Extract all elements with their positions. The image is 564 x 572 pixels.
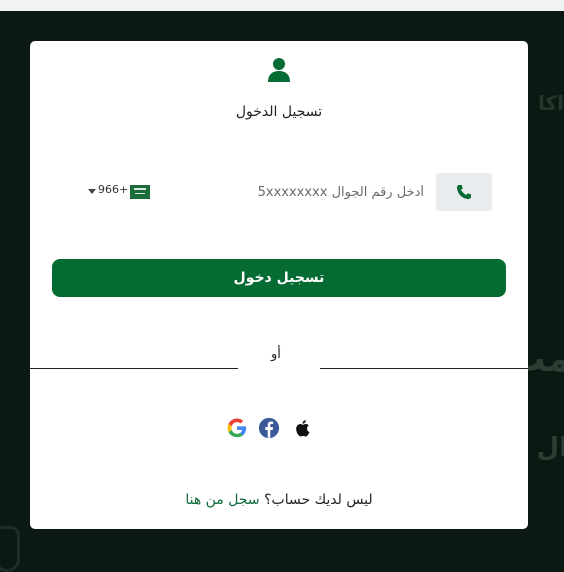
login-button[interactable]: تسجيل دخول — [52, 259, 506, 297]
background-subheading: ال — [536, 433, 564, 463]
background-text: اكا — [538, 91, 564, 115]
facebook-icon[interactable] — [258, 416, 280, 440]
chevron-down-icon[interactable] — [88, 189, 96, 194]
divider-left — [30, 368, 238, 369]
phone-input[interactable] — [160, 173, 424, 211]
google-icon[interactable] — [226, 416, 248, 440]
login-modal: تسجيل الدخول 966+ تسجيل دخول أو ليس لديك… — [30, 41, 528, 529]
phone-icon-box — [436, 173, 492, 211]
divider-right — [320, 368, 528, 369]
background-decoration — [0, 526, 20, 572]
signup-prompt-text: ليس لديك حساب؟ — [264, 492, 373, 508]
phone-icon — [457, 185, 471, 199]
signup-prompt: ليس لديك حساب؟ سجل من هنا — [30, 492, 528, 508]
saudi-flag-icon[interactable] — [130, 185, 150, 199]
or-separator: أو — [271, 347, 281, 362]
country-code-select[interactable]: 966+ — [98, 183, 128, 196]
apple-icon[interactable] — [292, 416, 314, 440]
top-strip — [0, 0, 564, 11]
user-icon — [268, 58, 290, 82]
modal-title: تسجيل الدخول — [235, 104, 323, 120]
signup-link[interactable]: سجل من هنا — [185, 492, 259, 508]
